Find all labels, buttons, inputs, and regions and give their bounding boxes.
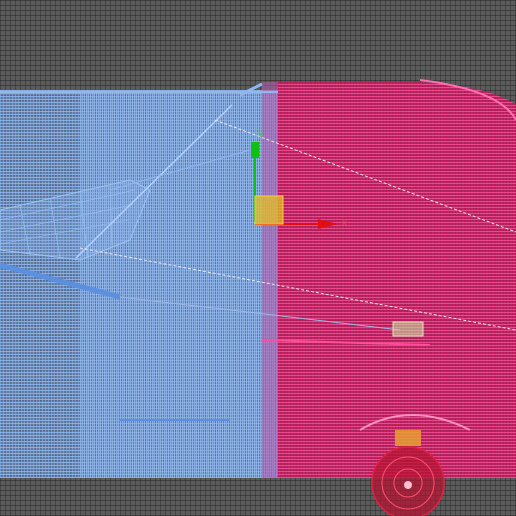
3d-viewport[interactable]: x y [0, 0, 516, 516]
gizmo-x-arrow [318, 219, 338, 229]
selection-box [392, 321, 424, 337]
gizmo-y-arrow [251, 142, 259, 158]
gizmo-x-label: x [342, 218, 347, 227]
gizmo-plane-handle [254, 195, 284, 225]
guide-line-blue [119, 296, 401, 331]
blue-diagonal-spar [75, 104, 233, 259]
wireframe-overlay [0, 79, 516, 516]
pink-wheel-arch [359, 414, 471, 431]
blue-roof-corner [239, 82, 263, 97]
wheel-mount [395, 430, 421, 446]
gizmo-y-label: y [258, 128, 263, 137]
wheel-hub [404, 481, 412, 489]
pink-sill-line [261, 339, 431, 346]
pink-roof-curve [419, 79, 516, 121]
blue-lower-edge [0, 262, 121, 300]
